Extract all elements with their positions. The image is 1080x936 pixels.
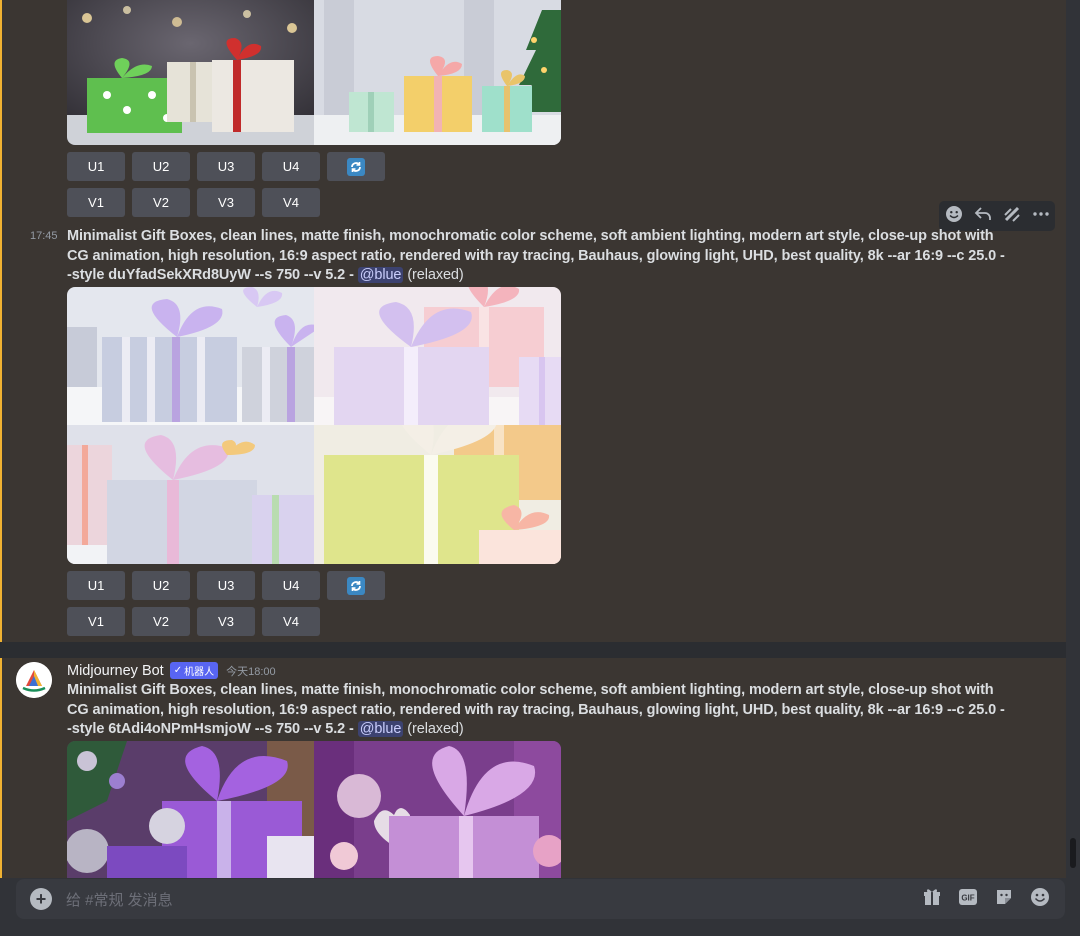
user-mention[interactable]: @blue (357, 721, 404, 737)
upscale-button-row: U1 U2 U3 U4 (67, 571, 385, 600)
image-tile[interactable] (314, 0, 561, 145)
v4-button[interactable]: V4 (262, 188, 320, 217)
v1-button[interactable]: V1 (67, 188, 125, 217)
verified-check-icon: ✓ (173, 665, 183, 676)
v2-button[interactable]: V2 (132, 188, 190, 217)
u2-button[interactable]: U2 (132, 152, 190, 181)
status-suffix: (relaxed) (407, 267, 464, 283)
emoji-icon[interactable] (1029, 887, 1051, 911)
reroll-button[interactable] (327, 152, 385, 181)
add-reaction-icon[interactable] (945, 205, 963, 228)
refresh-icon (347, 576, 365, 595)
v3-button[interactable]: V3 (197, 607, 255, 636)
bot-tag-label: 机器人 (184, 667, 215, 678)
avatar[interactable] (16, 662, 52, 698)
v1-button[interactable]: V1 (67, 607, 125, 636)
u1-button[interactable]: U1 (67, 152, 125, 181)
user-mention[interactable]: @blue (357, 267, 404, 283)
scrollbar[interactable] (1070, 838, 1076, 868)
message-prompt: Minimalist Gift Boxes, clean lines, matt… (67, 227, 1007, 286)
bot-badge: ✓ 机器人 (169, 662, 219, 679)
u4-button[interactable]: U4 (262, 571, 320, 600)
image-grid-3[interactable] (67, 741, 561, 878)
u1-button[interactable]: U1 (67, 571, 125, 600)
u4-button[interactable]: U4 (262, 152, 320, 181)
image-tile[interactable] (314, 287, 561, 425)
message-header: Midjourney Bot ✓ 机器人 今天18:00 (67, 662, 276, 679)
message-prompt: Minimalist Gift Boxes, clean lines, matt… (67, 681, 1007, 740)
u2-button[interactable]: U2 (132, 571, 190, 600)
reroll-button[interactable] (327, 571, 385, 600)
message-timestamp: 17:45 (30, 230, 58, 242)
variation-button-row: V1 V2 V3 V4 (67, 607, 320, 636)
message-divider (0, 642, 1066, 658)
image-tile[interactable] (314, 741, 561, 878)
refresh-icon (347, 157, 365, 176)
upscale-button-row: U1 U2 U3 U4 (67, 152, 385, 181)
v4-button[interactable]: V4 (262, 607, 320, 636)
sticker-icon[interactable] (993, 887, 1015, 911)
add-attachment-button[interactable]: + (30, 888, 52, 910)
reply-icon[interactable] (974, 205, 992, 228)
apps-icon[interactable] (1003, 205, 1021, 228)
gift-icon[interactable] (921, 887, 943, 911)
u3-button[interactable]: U3 (197, 571, 255, 600)
image-tile[interactable] (67, 425, 314, 564)
v2-button[interactable]: V2 (132, 607, 190, 636)
image-grid-2[interactable] (67, 287, 561, 564)
v3-button[interactable]: V3 (197, 188, 255, 217)
more-icon[interactable] (1032, 205, 1050, 228)
gif-label: GIF (961, 894, 974, 903)
variation-button-row: V1 V2 V3 V4 (67, 188, 320, 217)
message-input[interactable]: 给 #常规 发消息 (66, 889, 921, 910)
author-name[interactable]: Midjourney Bot (67, 663, 164, 679)
message-time: 今天18:00 (226, 665, 276, 678)
prompt-text: Minimalist Gift Boxes, clean lines, matt… (67, 228, 1005, 283)
gif-icon[interactable]: GIF (957, 888, 979, 910)
u3-button[interactable]: U3 (197, 152, 255, 181)
image-tile[interactable] (67, 741, 314, 878)
image-tile[interactable] (67, 0, 314, 145)
image-tile[interactable] (314, 425, 561, 564)
message-composer: + 给 #常规 发消息 GIF (16, 879, 1065, 919)
prompt-text: Minimalist Gift Boxes, clean lines, matt… (67, 682, 1005, 737)
status-suffix: (relaxed) (407, 721, 464, 737)
image-tile[interactable] (67, 287, 314, 425)
image-grid-1[interactable] (67, 0, 561, 145)
